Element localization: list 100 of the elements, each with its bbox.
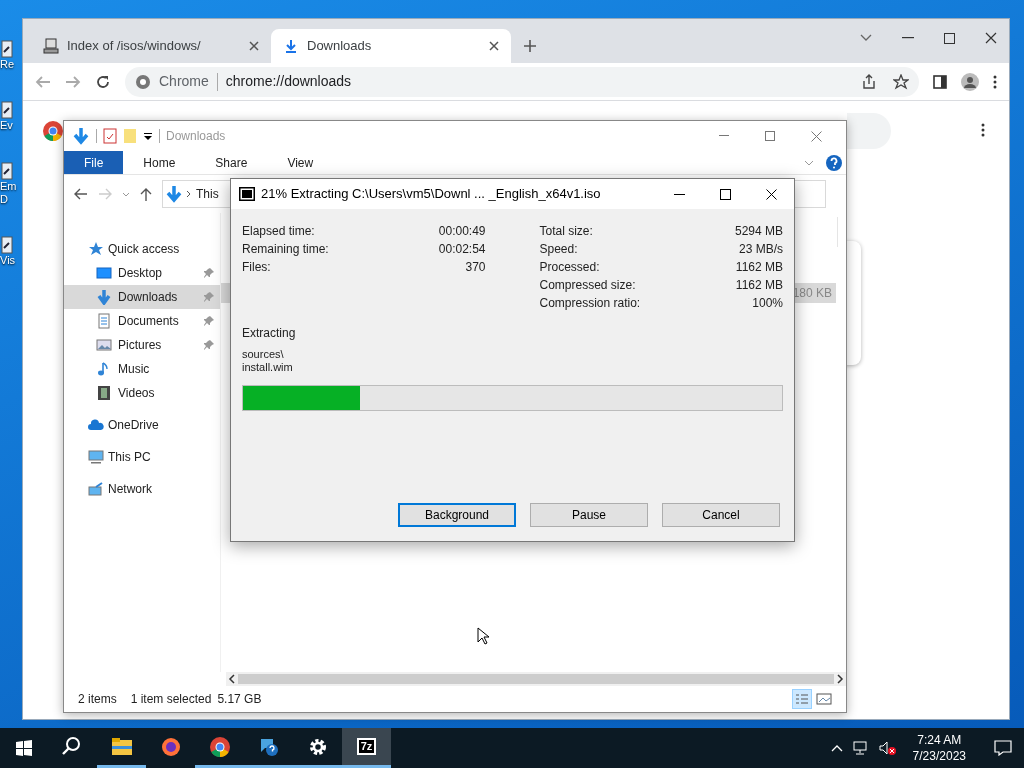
nav-item[interactable]: Downloads (64, 285, 220, 309)
profile-icon[interactable] (961, 72, 979, 91)
more-icon[interactable] (993, 74, 997, 89)
tab-title: Downloads (307, 37, 373, 56)
chevron-right-icon (186, 190, 192, 198)
mouse-pointer-icon (477, 627, 489, 645)
document-icon (96, 313, 112, 329)
nav-item[interactable]: This PC (64, 445, 220, 469)
side-panel-icon[interactable] (933, 74, 947, 89)
stat-value: 370 (465, 259, 486, 276)
taskbar-button[interactable]: 7z (342, 728, 391, 768)
close-icon[interactable] (489, 41, 499, 51)
maximize-icon[interactable] (719, 188, 731, 200)
file-path: install.wim (242, 361, 294, 374)
download-icon (283, 38, 299, 54)
operation-label: Extracting (241, 325, 297, 342)
picture-icon (96, 337, 112, 353)
chevron-up-icon[interactable] (830, 744, 843, 752)
stat-value: 00:00:49 (438, 223, 486, 240)
network-icon (88, 481, 104, 497)
shortcut-icon (0, 236, 14, 254)
clock-time: 7:24 AM (917, 732, 962, 748)
star-icon[interactable] (893, 73, 909, 90)
stat-label: Compression ratio: (539, 295, 641, 312)
status-text: 5.17 GB (217, 691, 262, 708)
dialog-button[interactable]: Cancel (662, 503, 780, 527)
file-path: sources\ (242, 348, 285, 361)
chevron-down-icon[interactable] (804, 159, 814, 166)
help-icon[interactable] (826, 154, 842, 171)
up-arrow-icon[interactable] (140, 187, 152, 201)
pc-icon (88, 449, 104, 465)
more-icon[interactable] (981, 123, 985, 137)
speaker-muted-icon[interactable] (878, 741, 897, 755)
ribbon-tab[interactable]: View (267, 151, 334, 174)
archive-app-icon (239, 187, 255, 201)
download-icon[interactable] (72, 127, 90, 145)
chevron-down-icon[interactable] (860, 34, 872, 42)
shortcut-icon (0, 40, 14, 58)
file-size: 180 KB (792, 285, 832, 302)
status-text: 2 items (78, 691, 117, 708)
nav-item[interactable]: OneDrive (64, 413, 220, 437)
reload-icon[interactable] (95, 73, 111, 90)
ribbon-tab[interactable]: Home (123, 151, 196, 174)
windows-start-icon[interactable] (16, 740, 32, 756)
stat-label: Total size: (539, 223, 593, 240)
browser-logo-icon (208, 735, 231, 758)
notifications-icon[interactable] (994, 740, 1012, 756)
stat-label: Remaining time: (242, 241, 329, 258)
stat-value: 100% (752, 295, 783, 312)
nav-item[interactable]: Pictures (64, 333, 220, 357)
clock[interactable]: 7:24 AM 7/23/2023 (906, 732, 972, 764)
stat-value: 23 MB/s (739, 241, 783, 258)
cloud-icon (88, 417, 104, 433)
download-icon (166, 185, 182, 203)
url-text: chrome://downloads (225, 72, 352, 91)
chevron-down-icon[interactable] (122, 191, 130, 197)
scroll-right-icon[interactable] (836, 674, 844, 684)
nav-item[interactable]: Desktop (64, 261, 220, 285)
large-icons-view-icon[interactable] (816, 692, 832, 706)
new-tab-icon[interactable] (523, 39, 537, 53)
nav-item[interactable]: Documents (64, 309, 220, 333)
scrollbar-thumb[interactable] (238, 674, 834, 684)
breadcrumb-item[interactable]: This (196, 185, 219, 203)
desktop-icon-label[interactable]: Em D (0, 180, 17, 206)
star-icon (88, 241, 104, 257)
stat-label: Compressed size: (539, 277, 636, 294)
video-icon (96, 385, 112, 401)
nav-item[interactable]: Network (64, 477, 220, 501)
close-icon[interactable] (765, 188, 777, 200)
window-title: 21% Extracting C:\Users\vm5\Downl ... _English_x64v1.iso (261, 185, 601, 204)
share-icon[interactable] (861, 73, 877, 90)
desktop-icon-label[interactable]: Vis (0, 254, 16, 267)
ribbon-tab[interactable]: Share (195, 151, 268, 174)
desktop-icon-label[interactable]: Re (0, 58, 15, 71)
dropdown-icon[interactable] (143, 131, 153, 141)
stat-value: 1162 MB (735, 259, 783, 276)
search-field[interactable] (847, 113, 891, 149)
maximize-icon[interactable] (944, 32, 955, 44)
nav-item[interactable]: Videos (64, 381, 220, 405)
site-label: Chrome (159, 72, 209, 91)
shortcut-icon (0, 101, 14, 119)
nav-item[interactable]: Quick access (64, 237, 220, 261)
nav-item[interactable]: Music (64, 357, 220, 381)
close-icon[interactable] (985, 32, 997, 44)
stat-value: 1162 MB (735, 277, 783, 294)
shortcut-icon (0, 162, 14, 180)
dialog-button[interactable]: Pause (530, 503, 648, 527)
network-icon[interactable] (852, 741, 869, 755)
minimize-icon[interactable] (902, 37, 914, 39)
ribbon-tab[interactable]: File (64, 151, 124, 174)
address-bar[interactable]: Chrome chrome://downloads (125, 66, 919, 97)
desktop-icon (96, 265, 112, 281)
properties-icon[interactable] (103, 128, 117, 144)
stat-label: Processed: (539, 259, 600, 276)
back-arrow-icon[interactable] (74, 188, 88, 200)
dialog-button[interactable]: Background (398, 503, 516, 527)
scroll-left-icon[interactable] (228, 674, 236, 684)
desktop-icon-label[interactable]: Ev (0, 119, 13, 132)
chrome-logo-icon (135, 73, 151, 90)
browser-tab[interactable]: Downloads (271, 29, 511, 63)
